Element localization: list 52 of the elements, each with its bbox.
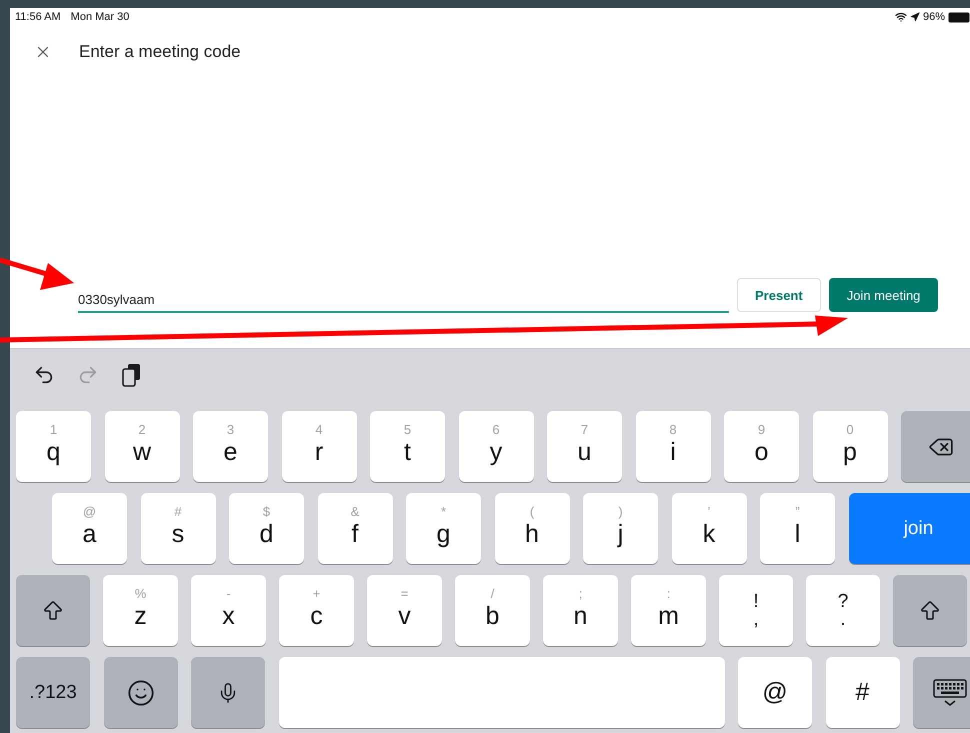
clipboard-icon <box>121 362 143 388</box>
letter-key[interactable]: 3 e <box>193 411 268 482</box>
letter-key[interactable]: 0 p <box>812 411 888 482</box>
letter-key[interactable]: # s <box>140 493 216 564</box>
letter-key[interactable]: = v <box>367 575 442 646</box>
letter-key[interactable]: + c <box>279 575 354 646</box>
shift-icon <box>41 598 65 622</box>
letter-key[interactable]: : m <box>631 575 706 646</box>
punctuation-key[interactable]: ? . <box>806 575 880 646</box>
backspace-key[interactable] <box>901 411 970 482</box>
page-title: Enter a meeting code <box>79 42 241 62</box>
letter-key[interactable]: & f <box>318 493 392 564</box>
hide-keyboard-key[interactable] <box>913 657 970 728</box>
letter-key[interactable]: $ d <box>229 493 304 564</box>
letter-key[interactable]: 4 r <box>282 411 356 482</box>
join-meeting-button[interactable]: Join meeting <box>828 278 938 312</box>
letter-key[interactable]: 6 y <box>458 411 534 482</box>
status-date: Mon Mar 30 <box>70 11 130 23</box>
wifi-icon <box>894 11 907 23</box>
letter-key[interactable]: @ a <box>52 493 127 564</box>
letter-key[interactable]: 1 q <box>16 411 91 482</box>
meeting-code-field[interactable]: 0330sylvaam <box>78 288 729 313</box>
symbol-key[interactable]: @ <box>738 657 812 728</box>
letter-key[interactable]: ( h <box>494 493 570 564</box>
letter-key[interactable]: ” l <box>760 493 835 564</box>
present-button[interactable]: Present <box>737 278 821 312</box>
location-icon <box>910 12 920 22</box>
redo-icon <box>77 364 99 386</box>
numbers-key[interactable]: .?123 <box>16 657 90 728</box>
letter-key[interactable]: / b <box>455 575 530 646</box>
undo-icon <box>33 364 55 386</box>
letter-key[interactable]: 7 u <box>547 411 622 482</box>
emoji-key[interactable] <box>104 657 178 728</box>
letter-key[interactable]: 8 i <box>636 411 710 482</box>
keyboard-icon <box>932 678 968 708</box>
letter-key[interactable]: ) j <box>583 493 658 564</box>
symbol-key[interactable]: # <box>826 657 900 728</box>
letter-key[interactable]: ’ k <box>672 493 746 564</box>
letter-key[interactable]: - x <box>191 575 266 646</box>
join-key[interactable]: join <box>848 493 970 564</box>
battery-percent: 96% <box>922 11 945 23</box>
status-time: 11:56 AM <box>15 11 61 23</box>
letter-key[interactable]: * g <box>406 493 481 564</box>
smiley-icon <box>126 678 154 706</box>
letter-key[interactable]: 5 t <box>370 411 445 482</box>
punctuation-key[interactable]: ! , <box>719 575 793 646</box>
letter-key[interactable]: ; n <box>543 575 618 646</box>
letter-key[interactable]: % z <box>103 575 178 646</box>
shift-icon <box>918 598 942 622</box>
letter-key[interactable]: 9 o <box>724 411 799 482</box>
battery-icon <box>948 12 970 22</box>
letter-key[interactable]: 2 w <box>104 411 180 482</box>
